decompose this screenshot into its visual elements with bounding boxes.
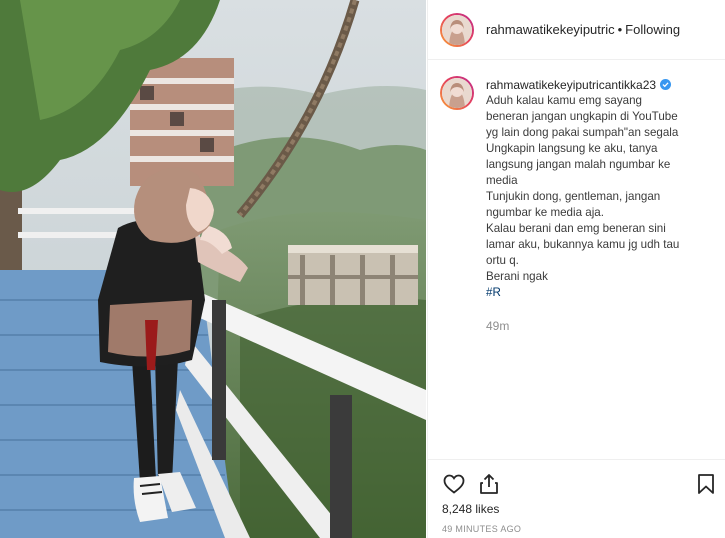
action-bar bbox=[428, 459, 725, 507]
header-avatar[interactable] bbox=[440, 12, 474, 47]
following-button[interactable]: Following bbox=[625, 22, 680, 37]
caption-line: Kalau berani dan emg beneran sini bbox=[486, 222, 666, 235]
post-details-panel: rahmawatikekeyiputric • Following rahmawat… bbox=[427, 0, 725, 538]
caption: rahmawatikekeyiputricantikka23 Aduh kala… bbox=[428, 76, 725, 333]
header-text: rahmawatikekeyiputric • Following bbox=[486, 22, 680, 37]
caption-line: Ungkapin langsung ke aku, tanya bbox=[486, 142, 658, 155]
post-photo[interactable] bbox=[0, 0, 426, 538]
caption-line: yg lain dong pakai sumpah"an segala bbox=[486, 126, 679, 139]
caption-hashtag[interactable]: #R bbox=[486, 285, 716, 301]
verified-badge-icon bbox=[660, 79, 672, 90]
share-icon[interactable] bbox=[477, 472, 501, 496]
heart-icon[interactable] bbox=[442, 472, 466, 496]
caption-line: Tunjukin dong, gentleman, jangan bbox=[486, 190, 661, 203]
caption-username[interactable]: rahmawatikekeyiputricantikka23 bbox=[486, 78, 656, 92]
post-header: rahmawatikekeyiputric • Following bbox=[428, 0, 725, 60]
caption-body: rahmawatikekeyiputricantikka23 Aduh kala… bbox=[486, 76, 716, 334]
avatar-image bbox=[442, 78, 472, 108]
post-timestamp: 49 MINUTES AGO bbox=[442, 524, 522, 534]
caption-line: beneran jangan ungkapin di YouTube bbox=[486, 110, 678, 123]
caption-line: ngumbar ke media aja. bbox=[486, 206, 604, 219]
caption-line: Aduh kalau kamu emg sayang bbox=[486, 94, 642, 107]
caption-user-row: rahmawatikekeyiputricantikka23 bbox=[486, 76, 716, 93]
caption-line: langsung jangan malah ngumbar ke bbox=[486, 158, 671, 171]
photo-scene bbox=[0, 0, 426, 538]
caption-line: Berani ngak bbox=[486, 270, 548, 283]
header-separator: • bbox=[617, 22, 623, 37]
caption-avatar[interactable] bbox=[440, 76, 474, 110]
avatar-image bbox=[442, 14, 472, 45]
likes-count[interactable]: 8,248 likes bbox=[442, 502, 499, 516]
caption-line: media bbox=[486, 174, 518, 187]
caption-line: lamar aku, bukannya kamu jg udh tau bbox=[486, 238, 680, 251]
caption-time-ago: 49m bbox=[486, 319, 510, 333]
header-username[interactable]: rahmawatikekeyiputric bbox=[486, 22, 615, 37]
caption-line: ortu q. bbox=[486, 254, 519, 267]
bookmark-icon[interactable] bbox=[694, 472, 718, 496]
